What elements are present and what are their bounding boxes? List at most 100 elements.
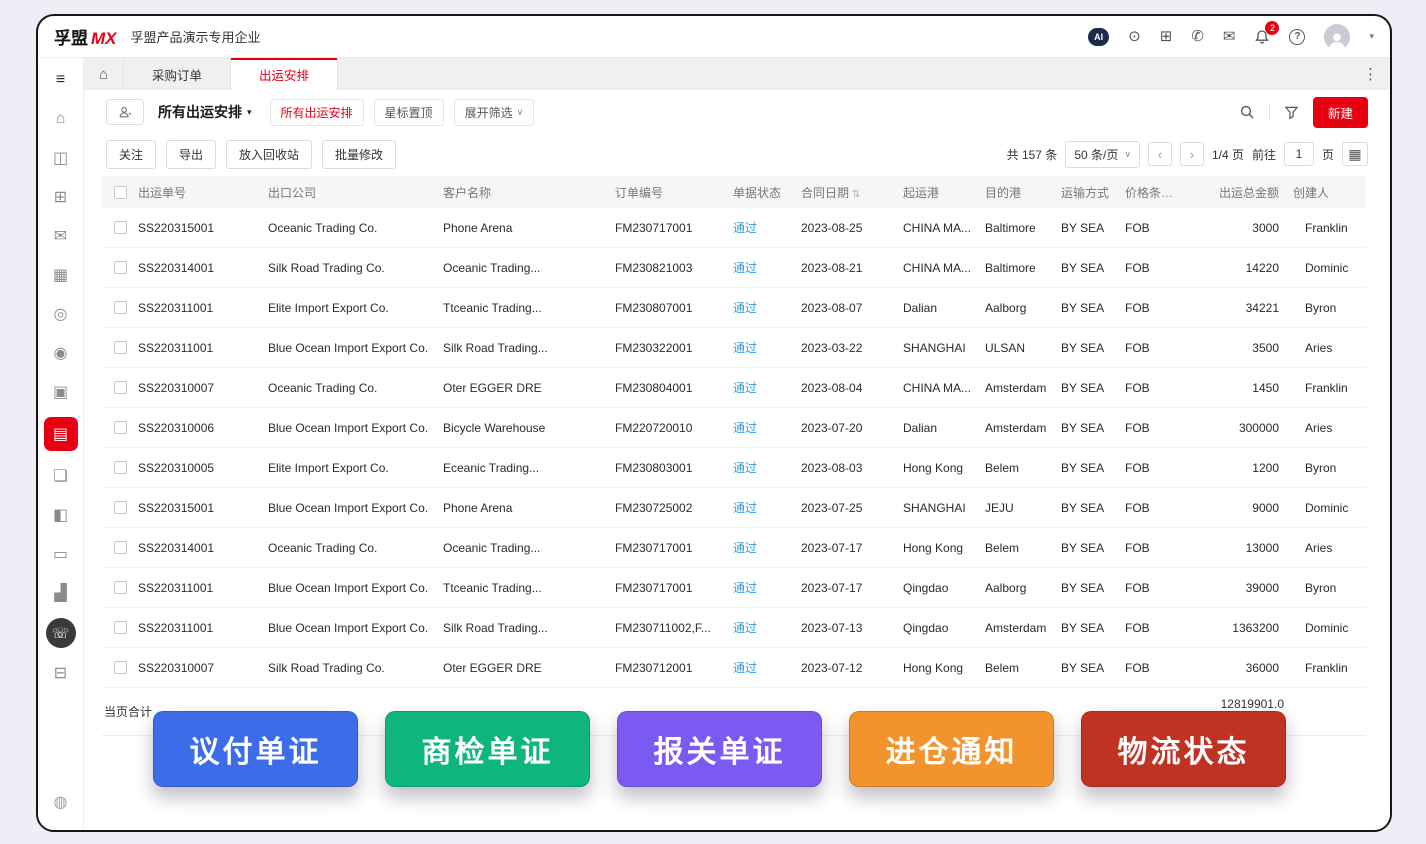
column-header[interactable]: 起运港 (903, 184, 985, 201)
home-tab-button[interactable]: ⌂ (84, 58, 124, 90)
row-checkbox[interactable] (102, 261, 138, 274)
table-row[interactable]: SS220310007 Silk Road Trading Co. Oter EGG… (102, 648, 1366, 688)
filter-chip-expand-filters[interactable]: 展开筛选 ∨ (453, 98, 535, 126)
next-page-button[interactable]: › (1179, 142, 1204, 166)
menu-icon[interactable]: ≡ (46, 66, 76, 94)
cell-status[interactable]: 通过 (733, 619, 801, 636)
phone-contact-icon[interactable]: ☏ (45, 618, 76, 648)
export-button[interactable]: 导出 (166, 139, 217, 169)
notebook-icon[interactable]: ▭ (46, 540, 76, 568)
cell-status[interactable]: 通过 (733, 579, 801, 596)
gift-icon[interactable]: ▣ (46, 378, 76, 406)
cell-status[interactable]: 通过 (733, 219, 801, 236)
doc-button[interactable]: 进仓通知 (849, 711, 1054, 787)
column-header[interactable]: 出口公司 (268, 184, 443, 201)
org-icon[interactable]: ⊞ (46, 183, 76, 211)
mail-icon[interactable]: ✉ (46, 222, 76, 250)
row-checkbox[interactable] (102, 221, 138, 234)
cell-shipment-no[interactable]: SS220311001 (138, 341, 268, 355)
shipping-doc-icon[interactable]: ▤ (43, 417, 78, 451)
table-row[interactable]: SS220315001 Oceanic Trading Co. Phone Aren… (102, 208, 1366, 248)
row-checkbox[interactable] (102, 501, 138, 514)
ai-assistant-icon[interactable]: AI (1088, 27, 1110, 46)
doc-button[interactable]: 议付单证 (153, 711, 358, 787)
book-icon[interactable]: ❏ (46, 462, 76, 490)
table-row[interactable]: SS220311001 Blue Ocean Import Export Co. S… (102, 608, 1366, 648)
cell-shipment-no[interactable]: SS220315001 (138, 501, 268, 515)
target-icon[interactable]: ◉ (46, 339, 76, 367)
column-header[interactable]: 出运单号 (138, 184, 268, 201)
filter-chip-all-shipments[interactable]: 所有出运安排 (269, 98, 364, 126)
row-checkbox[interactable] (102, 461, 138, 474)
row-checkbox[interactable] (102, 341, 138, 354)
table-row[interactable]: SS220310006 Blue Ocean Import Export Co. B… (102, 408, 1366, 448)
cell-shipment-no[interactable]: SS220311001 (138, 301, 268, 315)
cell-shipment-no[interactable]: SS220310007 (138, 381, 268, 395)
help-icon[interactable]: ? (1289, 28, 1306, 45)
cell-status[interactable]: 通过 (733, 539, 801, 556)
message-icon[interactable]: ✉ (1223, 29, 1236, 44)
home-icon[interactable]: ⌂ (46, 105, 76, 133)
column-header[interactable]: 创建人 (1293, 184, 1366, 201)
apps-grid-icon[interactable]: ⊞ (1160, 29, 1173, 44)
avatar-chevron-down-icon[interactable]: ▾ (1369, 31, 1374, 42)
cell-shipment-no[interactable]: SS220314001 (138, 261, 268, 275)
row-checkbox[interactable] (102, 541, 138, 554)
cell-shipment-no[interactable]: SS220310007 (138, 661, 268, 675)
cell-shipment-no[interactable]: SS220315001 (138, 221, 268, 235)
view-selector[interactable]: 所有出运安排 ▾ (158, 102, 252, 122)
tab-shipping-arrangement[interactable]: 出运安排 (231, 58, 339, 90)
cell-status[interactable]: 通过 (733, 379, 801, 396)
cell-shipment-no[interactable]: SS220311001 (138, 581, 268, 595)
search-icon[interactable] (1239, 104, 1255, 120)
building-icon[interactable]: ▦ (46, 261, 76, 289)
row-checkbox[interactable] (102, 621, 138, 634)
table-row[interactable]: SS220311001 Blue Ocean Import Export Co. T… (102, 568, 1366, 608)
row-checkbox[interactable] (102, 301, 138, 314)
cell-status[interactable]: 通过 (733, 299, 801, 316)
column-header[interactable]: 目的港 (985, 184, 1061, 201)
row-checkbox[interactable] (102, 661, 138, 674)
table-row[interactable]: SS220310005 Elite Import Export Co. Eceani… (102, 448, 1366, 488)
tab-more-kebab-icon[interactable]: ⋮ (1363, 67, 1378, 82)
goto-page-input[interactable] (1283, 142, 1314, 166)
row-checkbox[interactable] (102, 421, 138, 434)
batch-edit-button[interactable]: 批量修改 (322, 139, 397, 169)
phone-icon[interactable]: ✆ (1191, 29, 1204, 44)
column-settings-icon[interactable]: ▦ (1342, 142, 1368, 166)
doc-button[interactable]: 报关单证 (617, 711, 822, 787)
avatar[interactable] (1324, 23, 1351, 50)
guide-icon[interactable]: ◍ (46, 788, 76, 816)
page-size-select[interactable]: 50 条/页 ∨ (1065, 140, 1140, 168)
column-header[interactable]: 合同日期 ⇅ (801, 184, 903, 201)
table-row[interactable]: SS220311001 Blue Ocean Import Export Co. S… (102, 328, 1366, 368)
row-checkbox[interactable] (102, 381, 138, 394)
sort-icon[interactable]: ⇅ (1176, 189, 1183, 200)
table-row[interactable]: SS220314001 Oceanic Trading Co. Oceanic Tr… (102, 528, 1366, 568)
cell-status[interactable]: 通过 (733, 339, 801, 356)
cell-status[interactable]: 通过 (733, 419, 801, 436)
tab-purchase-orders[interactable]: 采购订单 (124, 58, 232, 90)
cell-status[interactable]: 通过 (733, 459, 801, 476)
table-row[interactable]: SS220315001 Blue Ocean Import Export Co. P… (102, 488, 1366, 528)
contacts-icon[interactable]: ◫ (46, 144, 76, 172)
filter-funnel-icon[interactable] (1284, 105, 1299, 120)
cell-shipment-no[interactable]: SS220314001 (138, 541, 268, 555)
compass-icon[interactable]: ◎ (46, 300, 76, 328)
select-all-checkbox[interactable] (102, 185, 138, 199)
column-header[interactable]: 价格条款⇅ (1125, 184, 1183, 201)
column-header[interactable]: 出运总金额 (1183, 184, 1293, 201)
cell-shipment-no[interactable]: SS220311001 (138, 621, 268, 635)
cell-shipment-no[interactable]: SS220310006 (138, 421, 268, 435)
new-button[interactable]: 新建 (1312, 96, 1368, 128)
follow-button[interactable]: 关注 (106, 139, 157, 169)
cell-status[interactable]: 通过 (733, 659, 801, 676)
printer-icon[interactable]: ⊟ (46, 659, 76, 687)
headset-icon[interactable]: ⊙ (1128, 29, 1141, 44)
cell-shipment-no[interactable]: SS220310005 (138, 461, 268, 475)
column-header[interactable]: 单据状态 (733, 184, 801, 201)
cell-status[interactable]: 通过 (733, 259, 801, 276)
doc-button[interactable]: 物流状态 (1081, 711, 1286, 787)
cell-status[interactable]: 通过 (733, 499, 801, 516)
row-checkbox[interactable] (102, 581, 138, 594)
